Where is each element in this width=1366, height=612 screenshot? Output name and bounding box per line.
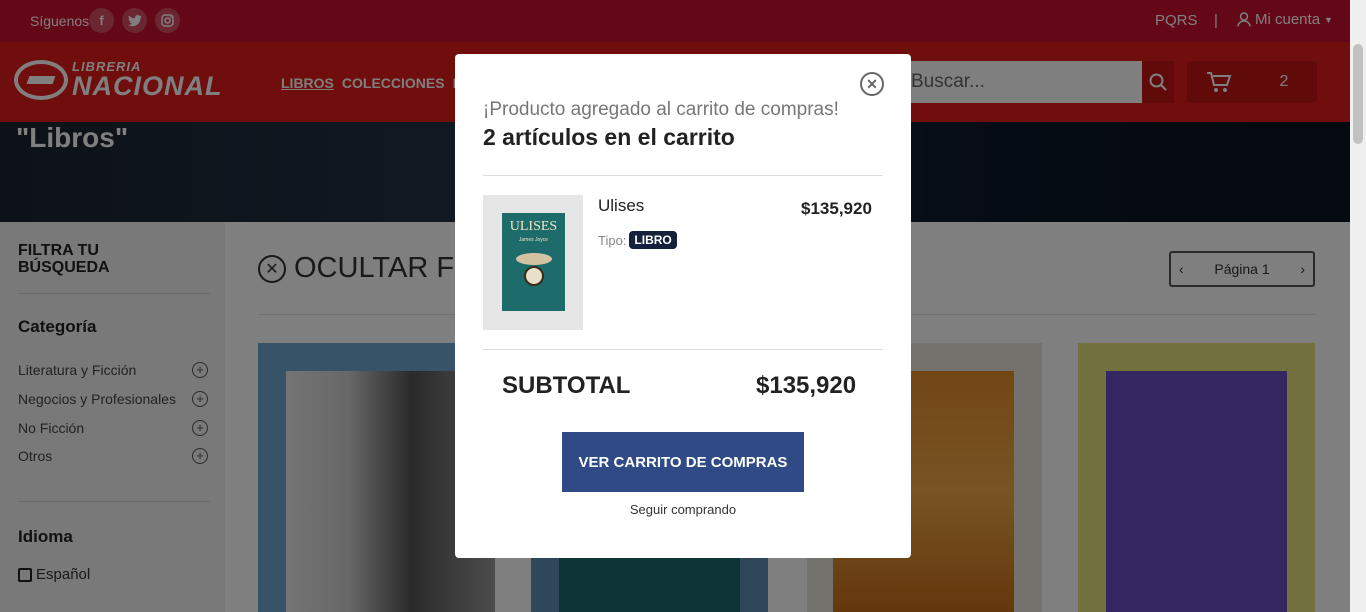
close-modal-button[interactable]: ✕ [860, 72, 884, 96]
close-icon: ✕ [866, 75, 878, 92]
modal-subtitle: ¡Producto agregado al carrito de compras… [483, 99, 839, 120]
scrollbar-thumb[interactable] [1353, 44, 1363, 144]
product-type-badge: LIBRO [629, 231, 677, 249]
continue-shopping-link[interactable]: Seguir comprando [455, 502, 911, 517]
divider [483, 175, 883, 176]
product-price: $135,920 [801, 199, 872, 218]
cart-modal: ✕ ¡Producto agregado al carrito de compr… [455, 54, 911, 558]
clock-illustration [524, 266, 544, 286]
divider [483, 349, 883, 350]
modal-title: 2 artículos en el carrito [483, 124, 735, 150]
subtotal-value: $135,920 [756, 372, 857, 399]
view-cart-button[interactable]: VER CARRITO DE COMPRAS [562, 432, 804, 492]
cover-title: ULISES [509, 219, 558, 234]
product-type: Tipo: LIBRO [598, 231, 677, 249]
subtotal-label: SUBTOTAL [502, 372, 631, 399]
page-scrollbar[interactable] [1350, 0, 1366, 612]
product-thumbnail[interactable]: ULISES James Joyce [483, 195, 583, 330]
product-name[interactable]: Ulises [598, 196, 644, 216]
hat-illustration [516, 253, 552, 265]
product-type-label: Tipo: [598, 232, 627, 248]
book-cover-image: ULISES James Joyce [502, 213, 565, 311]
cover-author: James Joyce [518, 237, 549, 243]
